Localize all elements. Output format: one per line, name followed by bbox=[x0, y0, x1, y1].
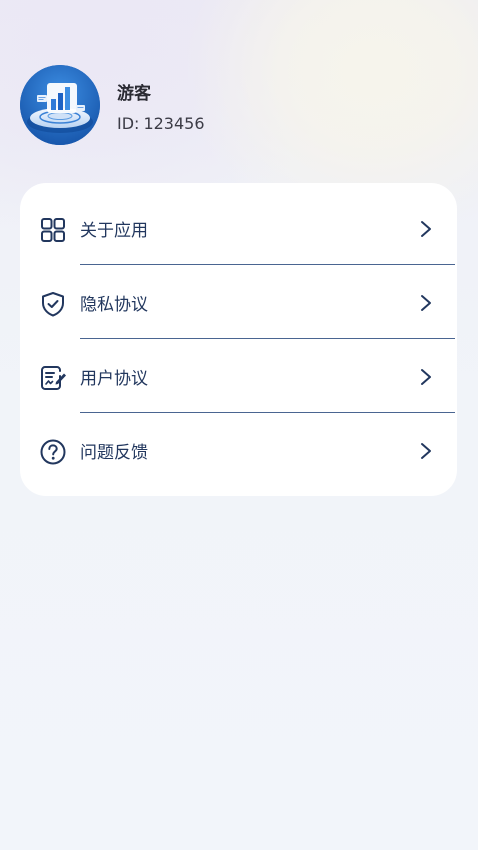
menu-item-label: 隐私协议 bbox=[80, 295, 148, 315]
question-circle-icon bbox=[39, 438, 67, 466]
user-id-label: ID: bbox=[117, 114, 140, 133]
avatar[interactable] bbox=[20, 65, 100, 145]
user-id: ID: 123456 bbox=[117, 114, 205, 133]
menu-item-label: 关于应用 bbox=[80, 221, 148, 241]
chevron-right-icon bbox=[421, 369, 431, 385]
username: 游客 bbox=[117, 84, 151, 104]
document-sign-icon bbox=[39, 364, 67, 392]
menu-item-feedback[interactable]: 问题反馈 bbox=[20, 405, 457, 479]
menu-item-user-agreement[interactable]: 用户协议 bbox=[20, 331, 457, 405]
analytics-chart-avatar-icon bbox=[20, 65, 100, 145]
menu-item-label: 问题反馈 bbox=[80, 443, 148, 463]
user-profile-header: 游客 ID: 123456 bbox=[20, 65, 320, 145]
chevron-right-icon bbox=[421, 221, 431, 237]
shield-check-icon bbox=[39, 290, 67, 318]
menu-item-label: 用户协议 bbox=[80, 369, 148, 389]
grid-apps-icon bbox=[39, 216, 67, 244]
chevron-right-icon bbox=[421, 443, 431, 459]
user-id-value: 123456 bbox=[143, 114, 205, 133]
menu-item-privacy-policy[interactable]: 隐私协议 bbox=[20, 257, 457, 331]
chevron-right-icon bbox=[421, 295, 431, 311]
settings-menu-card: 关于应用 隐私协议 用户协议 问题反馈 bbox=[20, 183, 457, 496]
menu-item-about-app[interactable]: 关于应用 bbox=[20, 183, 457, 257]
